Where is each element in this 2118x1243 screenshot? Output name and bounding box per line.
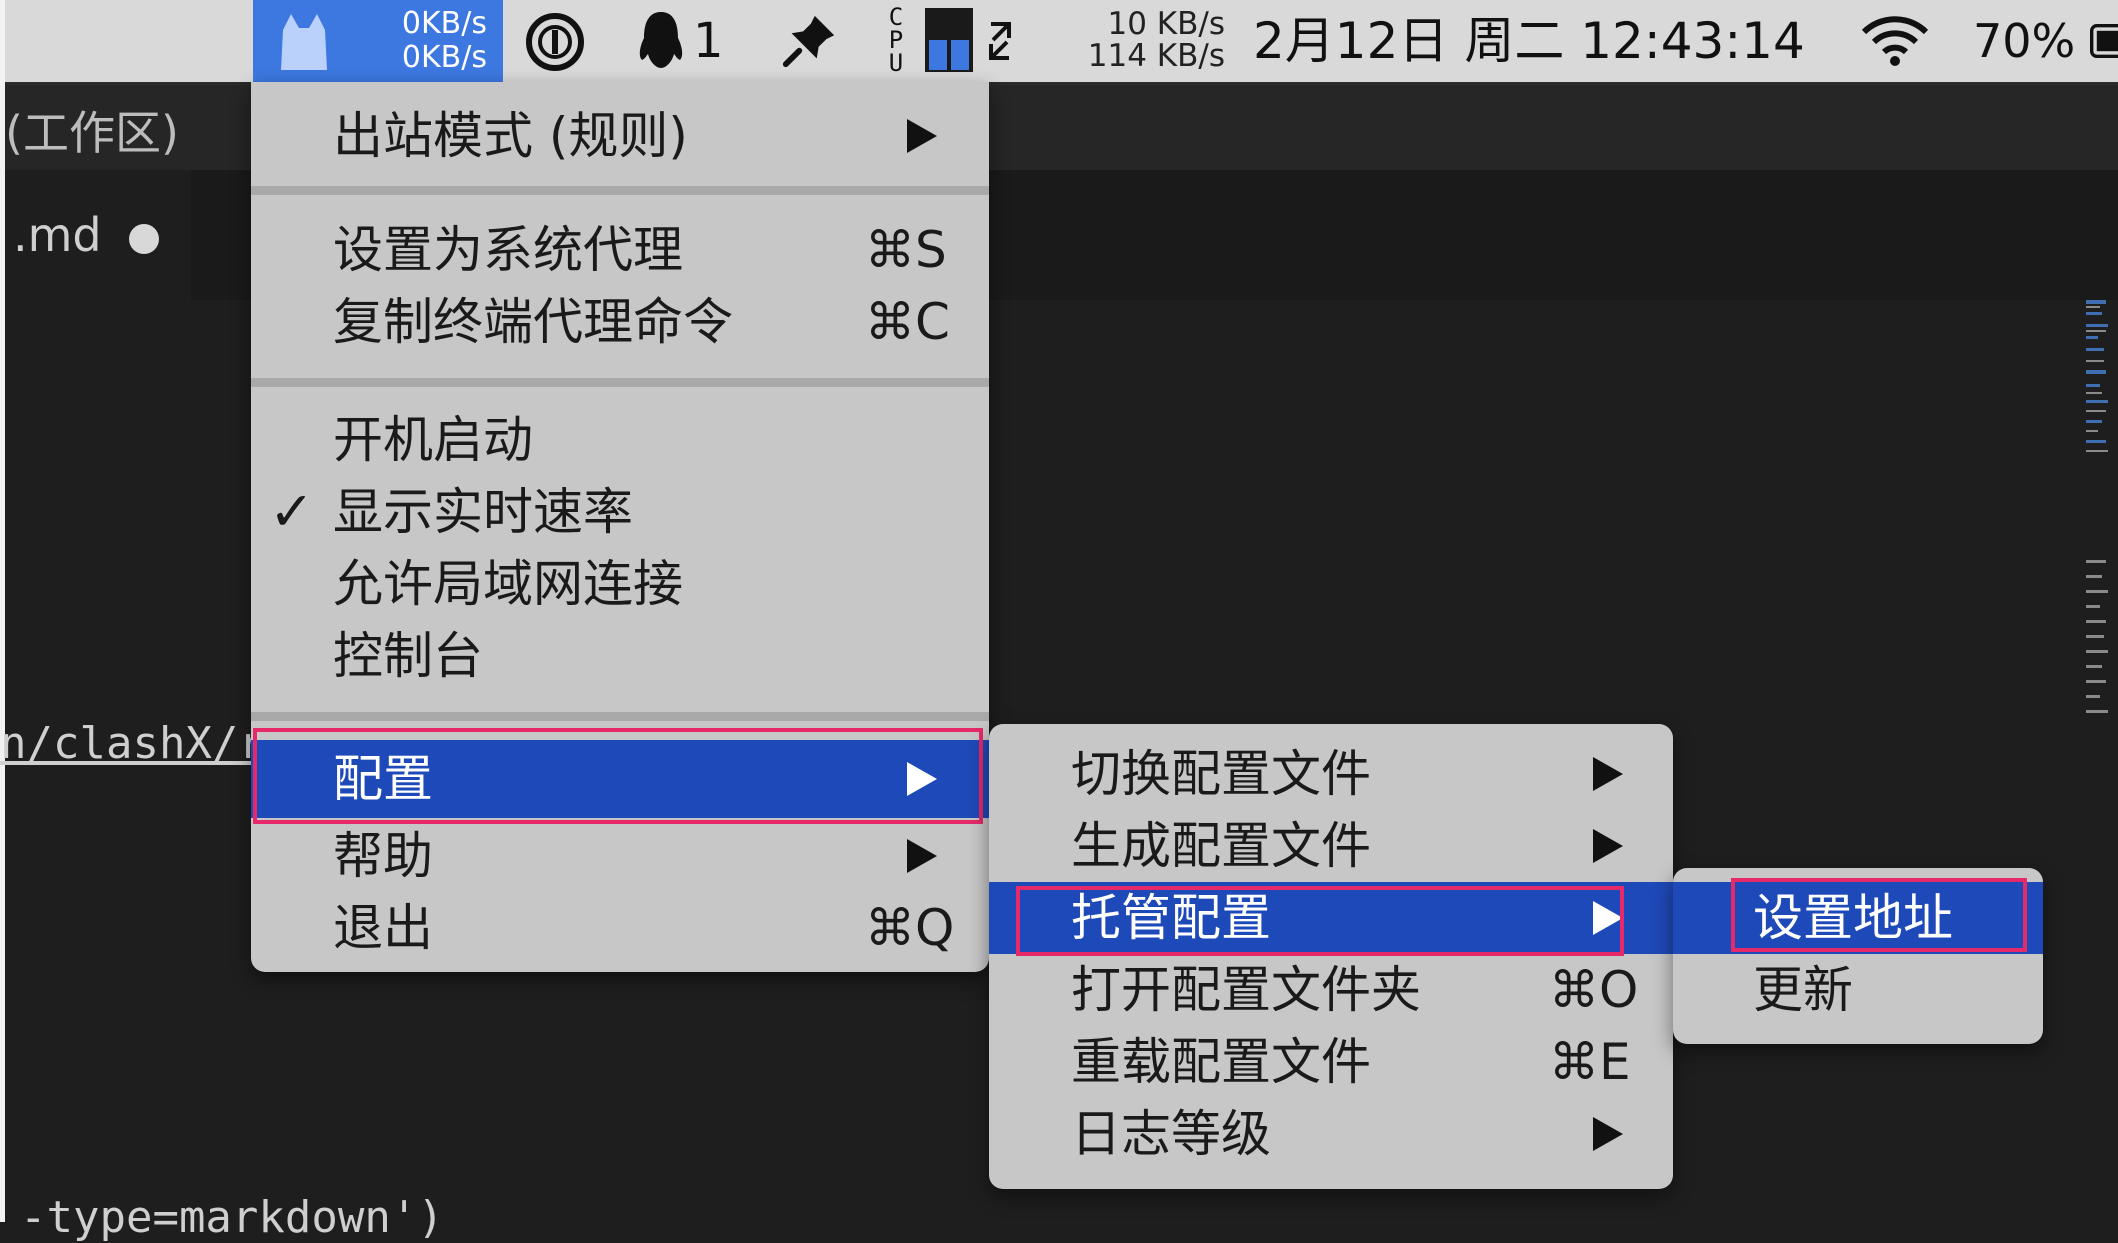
- shortcut-cmd-q: ⌘Q: [865, 899, 955, 957]
- cpu-usage-bars-icon: [925, 8, 973, 72]
- menu-item-quit[interactable]: 退出 ⌘Q: [251, 892, 989, 964]
- macos-menu-bar: 0KB/s 0KB/s 1 C P U 10 KB/s 114 KB/s 2月1…: [5, 0, 2118, 85]
- editor-code-text: -type=markdown'): [20, 1192, 444, 1243]
- chevron-right-icon: [907, 119, 937, 153]
- chevron-right-icon: [1593, 757, 1623, 791]
- qq-penguin-icon[interactable]: [635, 10, 687, 72]
- battery-percentage: 70%: [1973, 14, 2076, 68]
- highlight-box-config: [253, 728, 983, 824]
- onepassword-icon[interactable]: [525, 12, 585, 72]
- menu-item-update[interactable]: 更新: [1673, 954, 2043, 1026]
- menu-item-open-config-folder[interactable]: 打开配置文件夹 ⌘O: [989, 954, 1673, 1026]
- qq-message-count: 1: [693, 13, 724, 69]
- clash-download-speed: 0KB/s: [401, 40, 487, 75]
- battery-icon[interactable]: [2090, 20, 2118, 62]
- clashx-main-menu: 出站模式 (规则) 设置为系统代理 ⌘S 复制终端代理命令 ⌘C 开机启动 ✓ …: [251, 82, 989, 972]
- menu-item-generate-config[interactable]: 生成配置文件: [989, 810, 1673, 882]
- unsaved-dot-icon: [129, 224, 159, 254]
- shortcut-cmd-o: ⌘O: [1549, 961, 1639, 1019]
- menu-separator: [251, 186, 989, 195]
- clashx-cat-icon: [281, 14, 327, 70]
- chevron-right-icon: [1593, 1117, 1623, 1151]
- pin-icon[interactable]: [780, 12, 838, 70]
- net-upload-speed: 10 KB/s: [1107, 6, 1226, 42]
- chevron-right-icon: [907, 839, 937, 873]
- menu-item-switch-config[interactable]: 切换配置文件: [989, 738, 1673, 810]
- editor-tab[interactable]: .md: [5, 170, 191, 300]
- menu-item-console[interactable]: 控制台: [251, 620, 989, 692]
- clashx-status-item[interactable]: 0KB/s 0KB/s: [253, 0, 503, 82]
- menu-item-copy-terminal-command[interactable]: 复制终端代理命令 ⌘C: [251, 286, 989, 358]
- menu-separator: [251, 378, 989, 387]
- clash-upload-speed: 0KB/s: [401, 6, 487, 41]
- menu-item-set-system-proxy[interactable]: 设置为系统代理 ⌘S: [251, 214, 989, 286]
- chevron-right-icon: [1593, 829, 1623, 863]
- highlight-box-remote-config: [1016, 886, 1624, 956]
- shortcut-cmd-e: ⌘E: [1549, 1033, 1631, 1091]
- editor-path-text: n/clashX/r: [0, 718, 265, 769]
- highlight-box-set-url: [1731, 878, 2027, 952]
- editor-minimap[interactable]: [2080, 300, 2110, 720]
- resize-arrows-icon: [989, 22, 1011, 60]
- menu-item-show-realtime-speed[interactable]: ✓ 显示实时速率: [251, 476, 989, 548]
- menu-item-log-level[interactable]: 日志等级: [989, 1098, 1673, 1170]
- net-download-speed: 114 KB/s: [1087, 38, 1225, 74]
- menu-item-outbound-mode[interactable]: 出站模式 (规则): [251, 94, 989, 178]
- clock-datetime[interactable]: 2月12日 周二 12:43:14: [1253, 0, 1805, 82]
- wifi-icon[interactable]: [1860, 14, 1930, 66]
- menu-item-reload-config[interactable]: 重载配置文件 ⌘E: [989, 1026, 1673, 1098]
- checkmark-icon: ✓: [269, 480, 315, 543]
- cpu-label: C P U: [888, 3, 904, 77]
- shortcut-cmd-c: ⌘C: [865, 293, 950, 351]
- config-submenu: 切换配置文件 生成配置文件 托管配置 打开配置文件夹 ⌘O 重载配置文件 ⌘E …: [989, 724, 1673, 1189]
- menu-item-help[interactable]: 帮助: [251, 820, 989, 892]
- tab-filename: .md: [13, 208, 102, 262]
- shortcut-cmd-s: ⌘S: [865, 221, 947, 279]
- workspace-title: (工作区): [5, 106, 179, 160]
- menu-item-launch-at-login[interactable]: 开机启动: [251, 404, 989, 476]
- menu-item-allow-lan[interactable]: 允许局域网连接: [251, 548, 989, 620]
- menu-separator: [251, 712, 989, 721]
